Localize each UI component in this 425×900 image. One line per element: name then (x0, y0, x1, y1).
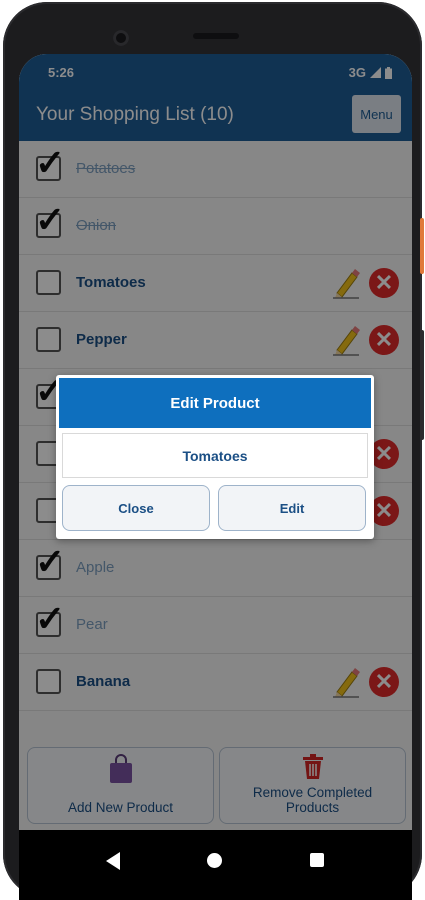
dialog-title: Edit Product (59, 378, 371, 428)
side-button-power (420, 218, 424, 274)
earpiece-speaker (193, 33, 239, 39)
side-button-volume (420, 330, 424, 440)
edit-button[interactable]: Edit (218, 485, 366, 531)
recents-icon[interactable] (310, 853, 324, 867)
edit-product-dialog: Edit Product Tomatoes Close Edit (56, 375, 374, 539)
front-camera (113, 30, 129, 46)
system-nav-bar (19, 830, 412, 900)
home-icon[interactable] (207, 853, 222, 868)
product-name-input[interactable]: Tomatoes (62, 433, 368, 478)
screen: 5:26 3G Your Shopping List (10) Menu ✓ P… (19, 54, 412, 900)
phone-frame: 5:26 3G Your Shopping List (10) Menu ✓ P… (3, 2, 422, 900)
back-icon[interactable] (106, 852, 120, 870)
close-button[interactable]: Close (62, 485, 210, 531)
